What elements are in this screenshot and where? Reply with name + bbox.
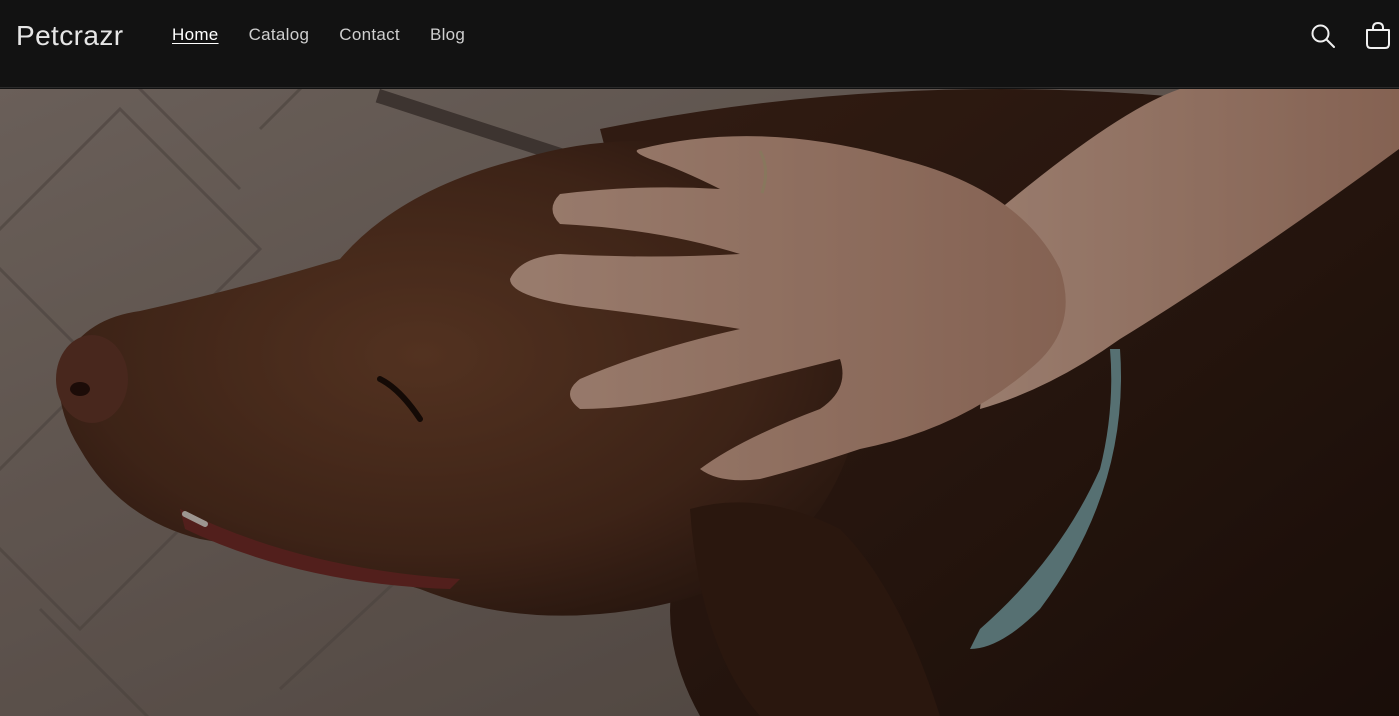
hero-banner — [0, 89, 1399, 716]
main-nav: Home Catalog Contact Blog — [172, 24, 465, 46]
nav-item-home[interactable]: Home — [172, 24, 219, 46]
search-icon — [1311, 24, 1335, 48]
site-header: Petcrazr Home Catalog Contact Blog — [0, 0, 1399, 88]
nav-item-catalog[interactable]: Catalog — [249, 24, 310, 46]
site-logo[interactable]: Petcrazr — [16, 18, 123, 54]
cart-button[interactable] — [1362, 20, 1394, 52]
search-button[interactable] — [1307, 20, 1339, 52]
nav-item-blog[interactable]: Blog — [430, 24, 465, 46]
hero-image — [0, 89, 1399, 716]
cart-icon — [1366, 22, 1390, 49]
nav-item-contact[interactable]: Contact — [339, 24, 400, 46]
